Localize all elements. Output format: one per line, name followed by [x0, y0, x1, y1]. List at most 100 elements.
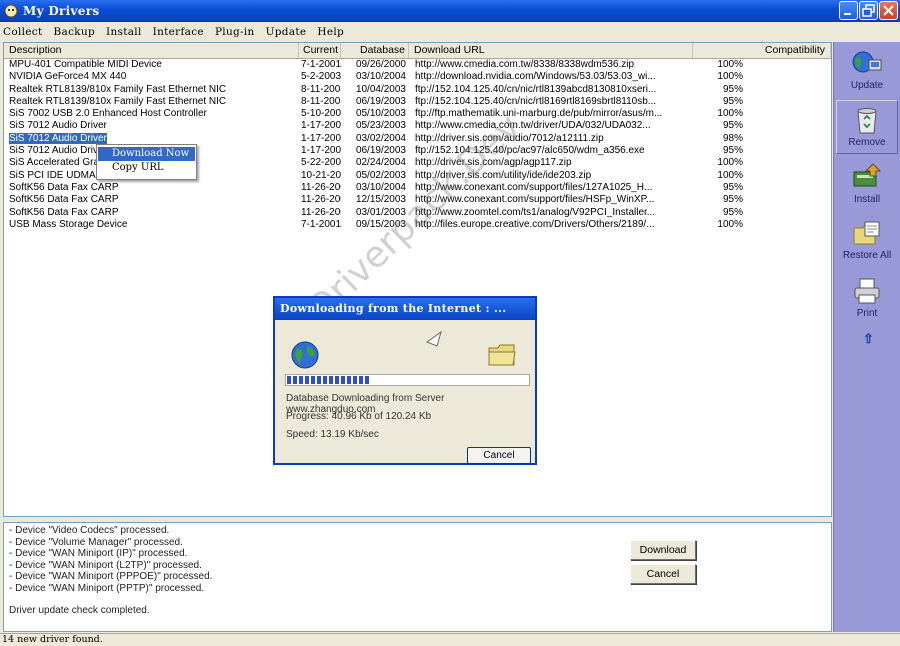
cell-compatibility: 100%	[717, 169, 743, 181]
cell-current: 10-21-2002	[301, 169, 341, 181]
remove-label: Remove	[848, 137, 886, 148]
cell-database: 05/02/2003	[355, 169, 406, 181]
cell-database: 03/10/2004	[355, 71, 406, 83]
cell-database: 05/23/2003	[355, 120, 406, 132]
download-button[interactable]: Download	[630, 540, 696, 560]
table-row[interactable]: SoftK56 Data Fax CARP 11-26-2002 12/15/200…	[4, 194, 831, 206]
window-title: My Drivers	[23, 4, 100, 18]
cell-description: SoftK56 Data Fax CARP	[9, 206, 119, 218]
print-button[interactable]: Print	[836, 272, 898, 326]
table-row[interactable]: Realtek RTL8139/810x Family Fast Etherne…	[4, 84, 831, 96]
cell-url: ftp://ftp.mathematik.uni-marburg.de/pub/…	[415, 108, 663, 120]
cell-current: 11-26-2002	[301, 206, 341, 218]
column-description[interactable]: Description	[4, 43, 299, 58]
cell-current: 1-17-2002	[301, 120, 341, 132]
update-icon	[852, 51, 882, 73]
cell-compatibility: 95%	[722, 194, 743, 206]
menu-bar: Collect Backup Install Interface Plug-in…	[0, 22, 900, 41]
cell-compatibility: 100%	[717, 218, 743, 230]
menu-backup[interactable]: Backup	[54, 26, 96, 38]
table-row[interactable]: Realtek RTL8139/810x Family Fast Etherne…	[4, 96, 831, 108]
restore-all-button[interactable]: Restore All	[836, 214, 898, 268]
cell-database: 09/15/2003	[355, 218, 406, 230]
table-row[interactable]: USB Mass Storage Device 7-1-2001 09/15/200…	[4, 219, 831, 231]
cell-compatibility: 100%	[717, 71, 743, 83]
cell-compatibility: 100%	[717, 59, 743, 70]
cell-description: SoftK56 Data Fax CARP	[9, 181, 119, 193]
restore-all-label: Restore All	[842, 250, 892, 261]
cell-url: http://driver.sis.com/utility/ide/ide203…	[415, 169, 592, 181]
cell-url: http://driver.sis.com/agp/agp117.zip	[415, 157, 572, 169]
flying-paper-icon	[425, 330, 442, 347]
minimize-button[interactable]	[839, 1, 858, 20]
cell-description: SoftK56 Data Fax CARP	[9, 194, 119, 206]
menu-install[interactable]: Install	[106, 26, 142, 38]
menu-plug-in[interactable]: Plug-in	[215, 26, 255, 38]
cell-database: 03/02/2004	[355, 132, 406, 144]
cell-current: 7-1-2001	[301, 59, 341, 70]
progress-fill	[287, 376, 369, 384]
cell-compatibility: 95%	[722, 206, 743, 218]
app-icon	[4, 4, 18, 18]
context-menu: Download Now Copy URL	[96, 144, 197, 180]
cell-compatibility: 98%	[722, 132, 743, 144]
table-row[interactable]: NVIDIA GeForce4 MX 440 5-2-2003 03/10/2004…	[4, 71, 831, 83]
menu-collect[interactable]: Collect	[3, 26, 43, 38]
context-download-now[interactable]: Download Now	[98, 147, 195, 161]
cell-compatibility: 100%	[717, 108, 743, 120]
update-button[interactable]: Update	[836, 44, 898, 98]
table-row[interactable]: SoftK56 Data Fax CARP 11-26-2002 03/01/200…	[4, 207, 831, 219]
cell-current: 11-26-2002	[301, 194, 341, 206]
maximize-button[interactable]	[859, 1, 878, 20]
menu-interface[interactable]: Interface	[153, 26, 204, 38]
cell-url: http://www.cmedia.com.tw/8338/8338wdm536…	[415, 59, 634, 70]
cell-database: 02/24/2004	[355, 157, 406, 169]
table-row[interactable]: SiS 7002 USB 2.0 Enhanced Host Controlle…	[4, 108, 831, 120]
column-download-url[interactable]: Download URL	[409, 43, 693, 58]
context-copy-url[interactable]: Copy URL	[98, 161, 195, 175]
cell-compatibility: 95%	[722, 83, 743, 95]
cell-database: 12/15/2003	[355, 194, 406, 206]
close-button[interactable]	[879, 1, 898, 20]
restore-window-icon	[862, 4, 875, 17]
cell-url: http://www.zoomtel.com/ts1/analog/V92PCI…	[415, 206, 656, 218]
cell-current: 8-11-2003	[301, 95, 341, 107]
cell-current: 8-11-2003	[301, 83, 341, 95]
install-icon	[853, 163, 882, 187]
install-button[interactable]: Install	[836, 158, 898, 212]
cell-url: ftp://152.104.125.40/cn/nic/rtl8139abcd8…	[415, 83, 657, 95]
dialog-cancel-button[interactable]: Cancel	[467, 447, 531, 464]
cell-current: 1-17-2002	[301, 132, 341, 144]
table-row[interactable]: SoftK56 Data Fax CARP 11-26-2002 03/10/200…	[4, 182, 831, 194]
cell-url: ftp://152.104.125.40/pc/ac97/alc650/wdm_…	[415, 145, 645, 157]
status-bar: 14 new driver found.	[0, 633, 900, 646]
list-header: Description Current Database Download UR…	[4, 43, 831, 59]
cell-compatibility: 95%	[722, 95, 743, 107]
recycle-bin-icon	[857, 108, 877, 134]
dialog-speed-text: Speed: 13.19 Kb/sec	[286, 429, 379, 440]
download-dialog: Downloading from the Internet : ... Data…	[273, 296, 537, 465]
cell-description: USB Mass Storage Device	[9, 218, 128, 230]
cell-description: SiS 7002 USB 2.0 Enhanced Host Controlle…	[9, 108, 207, 120]
table-row[interactable]: SiS 7012 Audio Driver 1-17-2002 05/23/2003…	[4, 120, 831, 132]
cancel-button[interactable]: Cancel	[630, 564, 696, 584]
column-database[interactable]: Database	[341, 43, 409, 58]
menu-update[interactable]: Update	[266, 26, 307, 38]
menu-help[interactable]: Help	[317, 26, 344, 38]
log-line: - Device "WAN Miniport (L2TP)" processed…	[9, 559, 202, 571]
cell-url: http://www.cmedia.com.tw/driver/UDA/032/…	[415, 120, 651, 132]
cell-url: http://download.nvidia.com/Windows/53.03…	[415, 71, 656, 83]
cell-database: 03/01/2003	[355, 206, 406, 218]
table-row[interactable]: MPU-401 Compatible MIDI Device 7-1-2001 09…	[4, 59, 831, 71]
download-progress-bar	[285, 374, 530, 386]
cell-database: 09/26/2000	[355, 59, 406, 70]
cell-database: 05/10/2003	[355, 108, 406, 120]
cell-compatibility: 100%	[717, 157, 743, 169]
cell-description: NVIDIA GeForce4 MX 440	[9, 71, 127, 83]
cell-description: Realtek RTL8139/810x Family Fast Etherne…	[9, 95, 227, 107]
globe-icon	[291, 341, 319, 369]
column-compatibility[interactable]: Compatibility	[693, 43, 831, 58]
column-current[interactable]: Current	[299, 43, 341, 58]
scroll-up-arrow-icon[interactable]: ⇧	[863, 331, 874, 347]
remove-button[interactable]: Remove	[836, 100, 898, 154]
